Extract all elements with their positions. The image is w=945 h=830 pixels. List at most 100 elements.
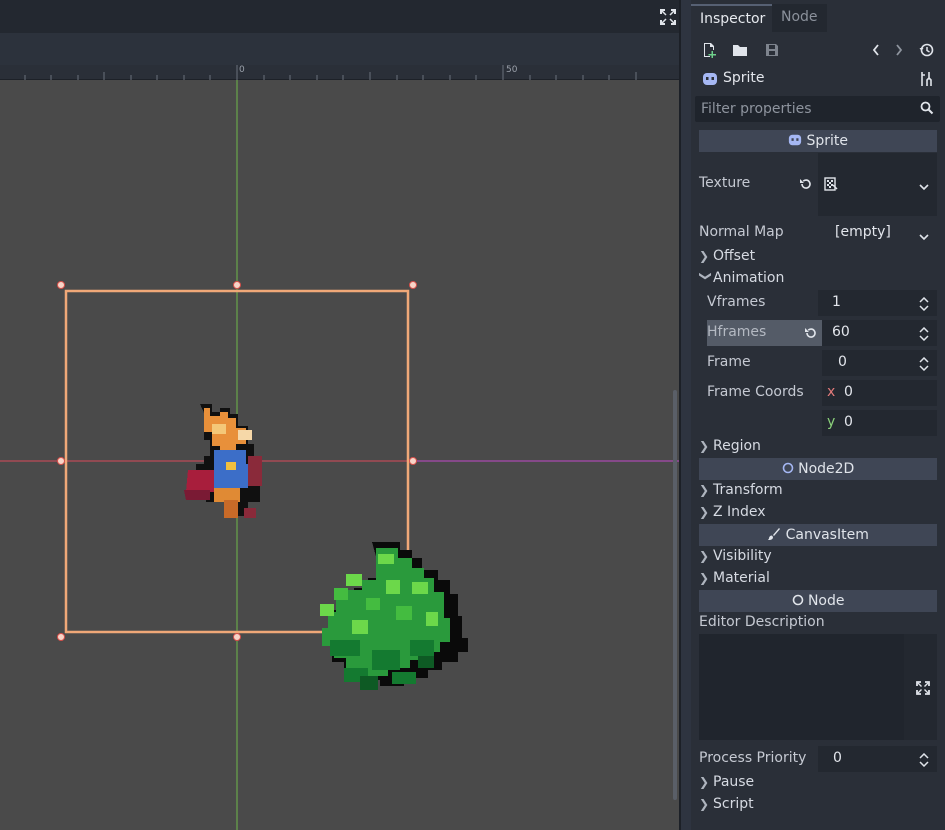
vframes-spinbox[interactable]: 1 (818, 290, 937, 316)
frame-coords-y-value: 0 (844, 414, 853, 430)
property-normal-map: Normal Map [empty] (699, 220, 937, 246)
frame-label: Frame (707, 354, 751, 370)
edited-object-row[interactable]: Sprite (691, 66, 945, 92)
group-pause-label: Pause (713, 774, 755, 790)
frame-value: 0 (838, 354, 847, 370)
chevron-down-icon (919, 229, 929, 245)
spinner-updown-icon[interactable] (919, 326, 929, 345)
group-animation[interactable]: ❯Animation (699, 267, 937, 289)
spinner-updown-icon[interactable] (919, 752, 929, 771)
spinner-updown-icon[interactable] (919, 296, 929, 315)
chevron-right-icon: ❯ (699, 571, 710, 585)
canvasitem-class-icon (768, 528, 781, 540)
filter-properties (695, 96, 940, 122)
frame-coords-x-field[interactable]: x 0 (822, 380, 937, 406)
viewport-top-bar (0, 0, 681, 33)
inspector-panel: Inspector Node Sprite Filter properties … (691, 0, 945, 830)
textarea-inner (699, 634, 904, 740)
chevron-down-icon (919, 179, 929, 195)
tab-inspector[interactable]: Inspector (691, 4, 775, 32)
revert-texture-icon[interactable] (799, 177, 813, 195)
property-vframes: Vframes 1 (707, 290, 937, 318)
normal-map-label: Normal Map (699, 224, 784, 240)
group-z-index-label: Z Index (713, 504, 766, 520)
section-sprite[interactable]: Sprite (699, 130, 937, 152)
group-offset-label: Offset (713, 248, 756, 264)
group-region[interactable]: ❯ Region (699, 435, 937, 457)
chevron-right-icon: ❯ (699, 797, 710, 811)
canvas-viewport[interactable]: 0 50 (0, 0, 681, 830)
frame-coords-label: Frame Coords (707, 384, 804, 400)
chevron-right-icon: ❯ (699, 775, 710, 789)
property-hframes: Hframes 60 (707, 320, 937, 348)
texture-picker[interactable] (818, 153, 937, 216)
editor-description-label: Editor Description (699, 614, 825, 630)
frame-spinbox[interactable]: 0 (822, 350, 937, 376)
filter-properties-input[interactable] (695, 96, 915, 122)
property-frame: Frame 0 (707, 350, 937, 378)
sprite-class-icon (788, 134, 802, 146)
frame-coords-y-field[interactable]: y 0 (822, 410, 937, 436)
group-visibility[interactable]: ❯ Visibility (699, 545, 937, 567)
group-transform[interactable]: ❯ Transform (699, 479, 937, 501)
panel-divider[interactable] (679, 0, 681, 830)
section-sprite-label: Sprite (806, 133, 848, 149)
property-process-priority: Process Priority 0 (699, 746, 937, 772)
section-canvasitem[interactable]: CanvasItem (699, 524, 937, 546)
object-tools-icon[interactable] (919, 71, 935, 91)
chevron-right-icon: ❯ (699, 549, 710, 563)
hframes-value: 60 (832, 324, 850, 340)
section-node-label: Node (807, 593, 845, 609)
chevron-right-icon: ❯ (699, 505, 710, 519)
search-icon (920, 101, 934, 119)
horizontal-ruler[interactable]: 0 50 (0, 65, 681, 80)
scene-canvas[interactable] (0, 80, 679, 830)
spinner-updown-icon[interactable] (919, 356, 929, 375)
group-script[interactable]: ❯ Script (699, 793, 937, 815)
ruler-label-50: 50 (506, 65, 518, 75)
hframes-label: Hframes (707, 324, 767, 340)
chevron-right-icon: ❯ (699, 249, 710, 263)
history-back-icon[interactable] (866, 40, 886, 60)
chevron-down-icon: ❯ (699, 271, 713, 282)
frame-coords-y-label: y (827, 414, 836, 430)
section-canvasitem-label: CanvasItem (785, 527, 869, 543)
object-history-icon[interactable] (917, 40, 937, 60)
group-visibility-label: Visibility (713, 548, 772, 564)
process-priority-value: 0 (833, 750, 842, 766)
history-forward-icon[interactable] (889, 40, 909, 60)
inspector-tab-bar: Inspector Node (691, 4, 945, 32)
group-material-label: Material (713, 570, 770, 586)
fullscreen-icon[interactable] (659, 8, 677, 26)
section-node2d-label: Node2D (798, 461, 855, 477)
viewport-vertical-scrollbar[interactable] (673, 390, 677, 800)
new-resource-icon[interactable] (699, 40, 719, 60)
group-material[interactable]: ❯ Material (699, 567, 937, 589)
section-node2d[interactable]: Node2D (699, 458, 937, 480)
group-transform-label: Transform (713, 482, 783, 498)
frame-coords-x-label: x (827, 384, 836, 400)
process-priority-label: Process Priority (699, 750, 807, 766)
vframes-value: 1 (832, 294, 841, 310)
normal-map-picker[interactable]: [empty] (818, 220, 937, 246)
group-region-label: Region (713, 438, 761, 454)
bush-sprite (320, 542, 468, 690)
edited-object-name: Sprite (723, 70, 765, 86)
vframes-label: Vframes (707, 294, 766, 310)
section-node[interactable]: Node (699, 590, 937, 612)
save-icon[interactable] (762, 40, 782, 60)
process-priority-spinbox[interactable]: 0 (818, 746, 937, 772)
group-z-index[interactable]: ❯ Z Index (699, 501, 937, 523)
group-offset[interactable]: ❯ Offset (699, 245, 937, 267)
node2d-class-icon (782, 462, 793, 474)
hframes-spinbox[interactable]: 60 (822, 320, 937, 346)
group-script-label: Script (713, 796, 754, 812)
revert-hframes-icon[interactable] (804, 326, 818, 344)
group-pause[interactable]: ❯ Pause (699, 771, 937, 793)
open-folder-icon[interactable] (730, 40, 750, 60)
texture-label: Texture (699, 175, 751, 191)
tab-node[interactable]: Node (772, 4, 827, 32)
chevron-right-icon: ❯ (699, 483, 710, 497)
expand-textarea-icon[interactable] (915, 680, 931, 700)
inspector-toolbar (691, 36, 945, 64)
